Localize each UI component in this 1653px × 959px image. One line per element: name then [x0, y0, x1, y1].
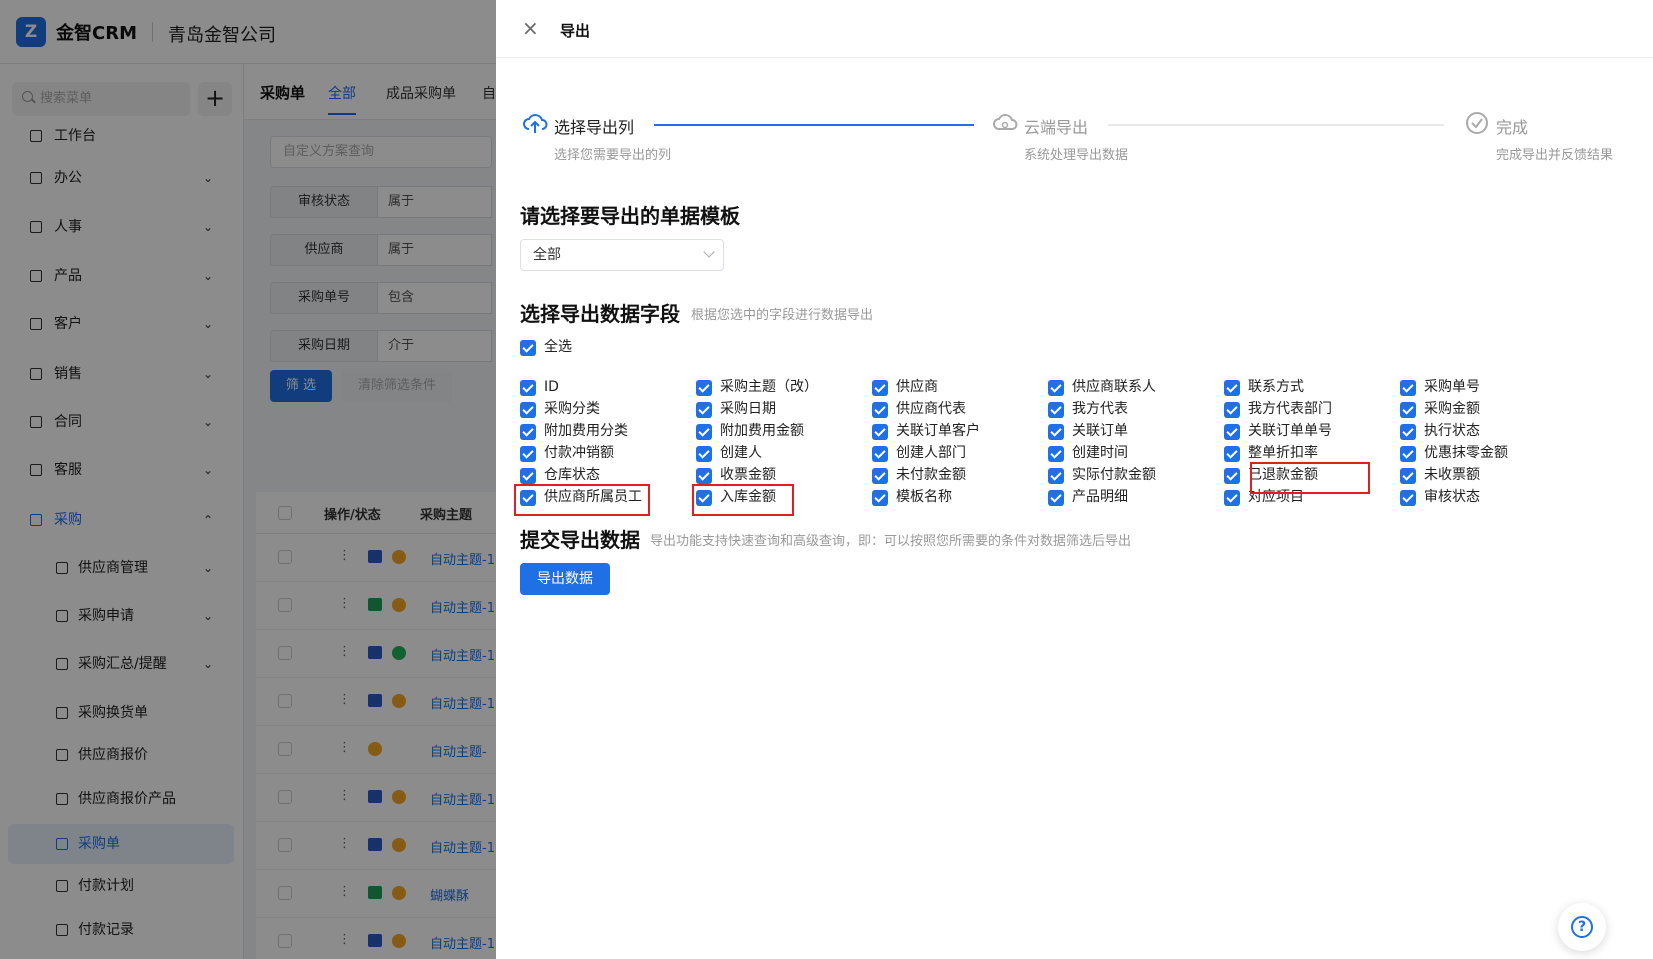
field-label: 未收票额 [1424, 467, 1480, 483]
cloud-upload-icon [523, 114, 548, 133]
field-label: 关联订单客户 [896, 423, 980, 439]
field-label: 我方代表部门 [1248, 401, 1332, 417]
step-sub: 选择您需要导出的列 [554, 148, 672, 163]
checkbox-checked-icon [520, 468, 536, 484]
field-label: 创建时间 [1072, 445, 1128, 461]
help-button[interactable]: ? [1558, 903, 1606, 951]
checkbox-checked-icon [872, 446, 888, 462]
help-icon: ? [1571, 916, 1593, 938]
field-label: 关联订单 [1072, 423, 1128, 439]
field-label: 采购主题（改） [720, 379, 818, 395]
field-label: 供应商联系人 [1072, 379, 1156, 395]
field-label: 执行状态 [1424, 423, 1480, 439]
checkbox-checked-icon [1224, 490, 1240, 506]
field-label: 采购日期 [720, 401, 776, 417]
highlight-box [514, 484, 650, 516]
checkbox-checked-icon [1048, 468, 1064, 484]
field-label: 模板名称 [896, 489, 952, 505]
checkbox-checked-icon [1048, 490, 1064, 506]
field-label: 采购分类 [544, 401, 600, 417]
drawer-title: 导出 [560, 22, 591, 40]
checkbox-checked-icon [1224, 468, 1240, 484]
checkbox-checked-icon [1400, 446, 1416, 462]
select-all-label: 全选 [544, 339, 572, 355]
checkbox-checked-icon [1400, 402, 1416, 418]
template-select[interactable]: 全部 [520, 239, 724, 271]
field-label: 我方代表 [1072, 401, 1128, 417]
field-label: 仓库状态 [544, 467, 600, 483]
field-label: 审核状态 [1424, 489, 1480, 505]
checkbox-checked-icon [520, 340, 536, 356]
checkbox-checked-icon [696, 468, 712, 484]
fields-hint: 根据您选中的字段进行数据导出 [691, 308, 874, 323]
field-label: 供应商 [896, 379, 938, 395]
field-label: 整单折扣率 [1248, 445, 1318, 461]
field-label: ID [544, 379, 559, 395]
field-label: 联系方式 [1248, 379, 1304, 395]
checkbox-checked-icon [520, 380, 536, 396]
step-line-1 [654, 124, 974, 126]
checkbox-checked-icon [1224, 402, 1240, 418]
checkbox-checked-icon [872, 468, 888, 484]
checkbox-checked-icon [872, 380, 888, 396]
checkbox-checked-icon [1400, 424, 1416, 440]
field-label: 优惠抹零金额 [1424, 445, 1508, 461]
step-label: 完成 [1496, 118, 1529, 137]
drawer-header: × 导出 [496, 0, 1653, 58]
submit-heading: 提交导出数据 [520, 528, 640, 552]
export-drawer: × 导出 选择导出列 选择您需要导出的列 云端导出 系统处理导出数据 完成 完成… [496, 0, 1653, 959]
checkbox-checked-icon [1048, 424, 1064, 440]
field-label: 附加费用金额 [720, 423, 804, 439]
checkbox-checked-icon [520, 402, 536, 418]
template-heading: 请选择要导出的单据模板 [520, 204, 740, 228]
checkbox-checked-icon [696, 446, 712, 462]
field-label: 付款冲销额 [544, 445, 614, 461]
field-label: 采购金额 [1424, 401, 1480, 417]
field-label: 采购单号 [1424, 379, 1480, 395]
chevron-down-icon [703, 246, 715, 258]
field-label: 创建人部门 [896, 445, 966, 461]
checkbox-checked-icon [1048, 380, 1064, 396]
checkbox-checked-icon [1048, 446, 1064, 462]
checkbox-checked-icon [1400, 490, 1416, 506]
export-data-button[interactable]: 导出数据 [520, 563, 610, 595]
checkbox-checked-icon [696, 380, 712, 396]
checkbox-checked-icon [1224, 446, 1240, 462]
checkbox-checked-icon [1224, 380, 1240, 396]
field-label: 未付款金额 [896, 467, 966, 483]
step-line-2 [1108, 124, 1444, 126]
checkbox-checked-icon [520, 424, 536, 440]
checkbox-checked-icon [1400, 468, 1416, 484]
checkbox-checked-icon [872, 490, 888, 506]
fields-heading: 选择导出数据字段 [520, 302, 680, 326]
field-label: 实际付款金额 [1072, 467, 1156, 483]
close-icon[interactable]: × [522, 16, 539, 40]
field-label: 产品明细 [1072, 489, 1128, 505]
checkbox-checked-icon [872, 424, 888, 440]
checkbox-checked-icon [696, 402, 712, 418]
field-label: 附加费用分类 [544, 423, 628, 439]
field-label: 收票金额 [720, 467, 776, 483]
checkbox-checked-icon [520, 446, 536, 462]
field-label: 关联订单单号 [1248, 423, 1332, 439]
highlight-box [1250, 462, 1370, 494]
cloud-icon [993, 114, 1018, 130]
check-circle-icon [1466, 112, 1488, 134]
field-label: 创建人 [720, 445, 762, 461]
highlight-box [692, 484, 794, 516]
checkbox-checked-icon [1400, 380, 1416, 396]
checkbox-checked-icon [1048, 402, 1064, 418]
checkbox-checked-icon [696, 424, 712, 440]
checkbox-checked-icon [872, 402, 888, 418]
step-label: 选择导出列 [554, 118, 635, 137]
submit-hint: 导出功能支持快速查询和高级查询，即：可以按照您所需要的条件对数据筛选后导出 [650, 534, 1132, 549]
step-sub: 系统处理导出数据 [1024, 148, 1129, 163]
modal-overlay[interactable] [0, 0, 496, 959]
field-label: 供应商代表 [896, 401, 966, 417]
step-label: 云端导出 [1024, 118, 1089, 137]
template-select-value: 全部 [533, 247, 561, 263]
step-sub: 完成导出并反馈结果 [1496, 148, 1614, 163]
checkbox-checked-icon [1224, 424, 1240, 440]
